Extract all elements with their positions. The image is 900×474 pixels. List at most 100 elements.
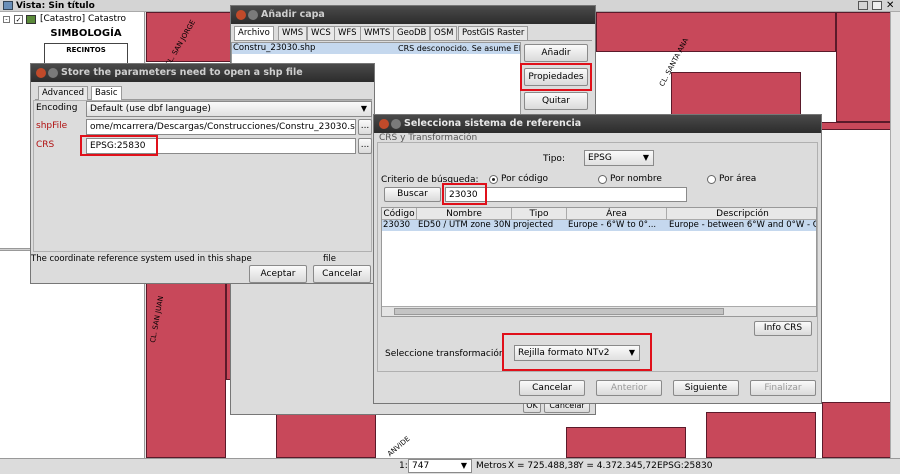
parcel-block <box>596 12 836 52</box>
radio-by-code-label[interactable]: Por código <box>501 174 548 184</box>
encoding-select[interactable]: Default (use dbf language) ▼ <box>86 101 372 117</box>
close-icon[interactable]: ✕ <box>886 0 894 11</box>
tab-osm[interactable]: OSM <box>430 26 458 40</box>
toc-expand-icon[interactable]: - <box>3 16 10 23</box>
shp-params-title: Store the parameters need to open a shp … <box>61 67 303 78</box>
view-title: Vista: Sin título <box>16 1 95 11</box>
shpfile-label: shpFile <box>36 121 68 131</box>
transform-label: Seleccione transformación <box>385 349 505 359</box>
file-status: CRS desconocido. Se asume EP <box>398 44 520 53</box>
file-row[interactable]: Constru_23030.shp CRS desconocido. Se as… <box>232 43 520 54</box>
parcel-block <box>822 402 900 458</box>
tab-wmts[interactable]: WMTS <box>360 26 395 40</box>
table-hscrollbar[interactable] <box>382 306 816 316</box>
type-label: Tipo: <box>543 154 565 164</box>
radio-by-code[interactable] <box>489 175 498 184</box>
encoding-label: Encoding <box>36 103 78 113</box>
tab-wms[interactable]: WMS <box>278 26 308 40</box>
tab-geodb[interactable]: GeoDB <box>393 26 431 40</box>
file-name: Constru_23030.shp <box>233 43 316 53</box>
add-button[interactable]: Añadir <box>524 44 588 62</box>
tab-postgis-raster[interactable]: PostGIS Raster <box>458 26 529 40</box>
shp-params-dialog: Store the parameters need to open a shp … <box>30 63 375 284</box>
chevron-down-icon: ▼ <box>460 461 467 470</box>
column-header[interactable]: Código <box>382 208 417 220</box>
radio-by-area-label[interactable]: Por área <box>719 174 756 184</box>
close-window-icon[interactable] <box>379 119 389 129</box>
map-scrollbar[interactable] <box>890 12 900 458</box>
search-highlight <box>442 183 487 205</box>
shp-params-titlebar: Store the parameters need to open a shp … <box>31 64 374 82</box>
crs-cancel-button[interactable]: Cancelar <box>519 380 585 396</box>
accept-button[interactable]: Aceptar <box>249 265 307 283</box>
table-header-row: Código Nombre Tipo Área Descripción <box>382 208 816 220</box>
y-coordinate: Y = 4.372.345,72 <box>578 461 657 471</box>
column-header[interactable]: Descripción <box>667 208 816 220</box>
shp-cancel-button[interactable]: Cancelar <box>313 265 371 283</box>
crs-label: CRS <box>36 140 55 150</box>
type-select[interactable]: EPSG ▼ <box>584 150 654 166</box>
maximize-icon[interactable] <box>872 1 882 10</box>
scale-prefix: 1: <box>399 461 408 471</box>
encoding-value: Default (use dbf language) <box>90 104 211 114</box>
close-window-icon[interactable] <box>236 10 246 20</box>
legend-item-label: RECINTOS <box>66 46 106 54</box>
legend-title: SIMBOLOGÍA <box>50 28 122 39</box>
minimize-window-icon[interactable] <box>391 119 401 129</box>
scale-select[interactable]: 747 ▼ <box>408 459 472 473</box>
radio-by-name[interactable] <box>598 175 607 184</box>
search-button[interactable]: Buscar <box>384 187 441 202</box>
table-cell: projected <box>513 220 554 230</box>
chevron-down-icon: ▼ <box>642 153 649 162</box>
info-crs-button[interactable]: Info CRS <box>754 321 812 336</box>
crs-highlight <box>80 135 158 156</box>
toc-layer-checkbox[interactable]: ✓ <box>14 15 23 24</box>
previous-button[interactable]: Anterior <box>596 380 662 396</box>
table-row[interactable]: 23030 ED50 / UTM zone 30N projected Euro… <box>382 220 816 231</box>
tab-archivo[interactable]: Archivo <box>234 26 274 40</box>
crs-description: The coordinate reference system used in … <box>31 254 252 264</box>
add-layer-titlebar: Añadir capa <box>231 6 595 24</box>
parcel-block <box>706 412 816 458</box>
units-label: Metros <box>476 461 507 471</box>
crs-title: Selecciona sistema de referencia <box>404 118 582 129</box>
column-header[interactable]: Área <box>567 208 667 220</box>
toc-layer-name[interactable]: [Catastro] Catastro <box>40 14 126 24</box>
crs-browse-button[interactable]: ... <box>358 138 372 154</box>
tab-advanced[interactable]: Advanced <box>38 86 88 100</box>
table-cell: 23030 <box>383 220 411 230</box>
radio-by-area[interactable] <box>707 175 716 184</box>
minimize-window-icon[interactable] <box>48 68 58 78</box>
properties-highlight <box>520 63 592 91</box>
table-cell: ED50 / UTM zone 30N <box>418 220 511 230</box>
shpfile-browse-button[interactable]: ... <box>358 119 372 135</box>
crs-titlebar: Selecciona sistema de referencia <box>374 115 821 133</box>
shp-form-panel: Encoding Default (use dbf language) ▼ sh… <box>33 100 372 252</box>
minimize-window-icon[interactable] <box>248 10 258 20</box>
add-layer-title: Añadir capa <box>261 9 325 20</box>
shp-tabs: Advanced Basic <box>35 86 372 100</box>
crs-status: EPSG:25830 <box>657 461 713 471</box>
parcel-block <box>566 427 686 458</box>
radio-by-name-label[interactable]: Por nombre <box>610 174 662 184</box>
add-layer-tabs: Archivo WMS WCS WFS WMTS GeoDB OSM PostG… <box>234 26 592 41</box>
crs-table[interactable]: Código Nombre Tipo Área Descripción 2303… <box>381 207 817 317</box>
crs-description-tail: file <box>323 254 336 264</box>
column-header[interactable]: Nombre <box>417 208 512 220</box>
status-bar: 1: 747 ▼ Metros X = 725.488,38 Y = 4.372… <box>0 458 900 474</box>
column-header[interactable]: Tipo <box>512 208 567 220</box>
close-window-icon[interactable] <box>36 68 46 78</box>
restore-icon[interactable] <box>858 1 868 10</box>
shpfile-field[interactable]: ome/mcarrera/Descargas/Construcciones/Co… <box>86 119 356 135</box>
tab-wfs[interactable]: WFS <box>334 26 361 40</box>
finish-button[interactable]: Finalizar <box>750 380 816 396</box>
street-label: ANVIDE <box>386 434 412 458</box>
type-value: EPSG <box>588 153 612 163</box>
remove-button[interactable]: Quitar <box>524 92 588 110</box>
scroll-thumb[interactable] <box>394 308 724 315</box>
next-button[interactable]: Siguiente <box>673 380 739 396</box>
tab-wcs[interactable]: WCS <box>307 26 335 40</box>
table-cell: Europe - 6°W to 0°... <box>568 220 657 230</box>
tab-basic[interactable]: Basic <box>91 86 122 100</box>
x-coordinate: X = 725.488,38 <box>508 461 579 471</box>
